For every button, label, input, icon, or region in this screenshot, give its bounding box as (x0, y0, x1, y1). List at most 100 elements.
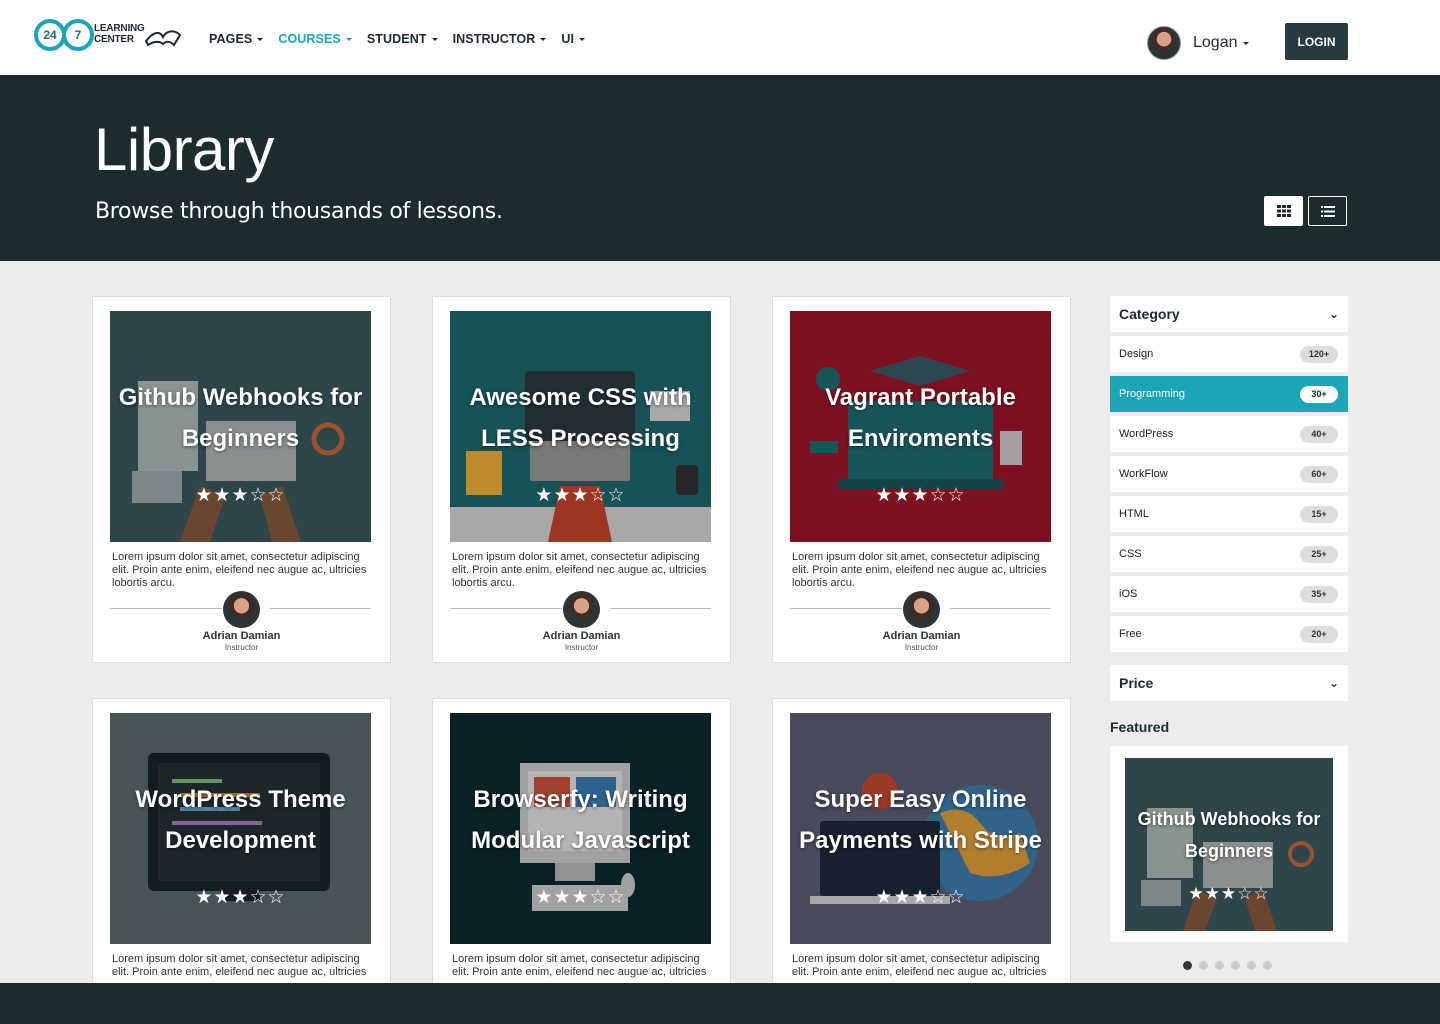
carousel-dot[interactable] (1263, 961, 1272, 970)
carousel-dot[interactable] (1231, 961, 1240, 970)
caret-down-icon (579, 38, 586, 42)
main-nav: PAGES COURSES STUDENT INSTRUCTOR UI (209, 32, 600, 46)
caret-down-icon (1242, 41, 1249, 45)
caret-down-icon (257, 38, 264, 42)
category-label: WorkFlow (1119, 468, 1168, 480)
carousel-dot[interactable] (1247, 961, 1256, 970)
carousel-dot[interactable] (1215, 961, 1224, 970)
count-badge: 35+ (1300, 585, 1338, 603)
category-item-css[interactable]: CSS 25+ (1110, 536, 1348, 572)
nav-courses[interactable]: COURSES (278, 32, 352, 46)
list-icon (1320, 205, 1335, 217)
count-badge: 120+ (1300, 345, 1338, 363)
logo-text-line-2: CENTER (94, 34, 134, 45)
grid-view-button[interactable] (1264, 196, 1303, 226)
caret-down-icon (345, 38, 352, 42)
logo-text-line-1: LEARNING (94, 23, 145, 34)
instructor-avatar[interactable] (223, 591, 260, 628)
list-view-button[interactable] (1308, 196, 1347, 226)
category-label: Programming (1119, 388, 1186, 400)
course-title: Browserfy: Writing Modular Javascript (471, 786, 690, 854)
navbar: 24 7 LEARNING CENTER PAGES COURSES STUDE… (0, 0, 1440, 75)
user-menu[interactable]: Logan (1147, 26, 1249, 60)
user-name: Logan (1193, 34, 1238, 51)
category-label: WordPress (1119, 428, 1174, 440)
course-title: Vagrant Portable Enviroments (825, 384, 1016, 452)
instructor-name[interactable]: Adrian Damian (433, 630, 730, 642)
caret-down-icon (540, 38, 547, 42)
course-card[interactable]: Vagrant Portable Enviroments ★★★☆☆ Lorem… (772, 296, 1071, 663)
course-thumbnail[interactable]: WordPress Theme Development ★★★☆☆ (110, 713, 371, 944)
instructor-name[interactable]: Adrian Damian (773, 630, 1070, 642)
nav-pages[interactable]: PAGES (209, 32, 264, 46)
category-item-html[interactable]: HTML 15+ (1110, 496, 1348, 532)
course-card[interactable]: Browserfy: Writing Modular Javascript ★★… (432, 698, 731, 1024)
nav-ui[interactable]: UI (561, 32, 586, 46)
divider (610, 608, 711, 609)
course-description: Lorem ipsum dolor sit amet, consectetur … (792, 551, 1047, 589)
course-card[interactable]: Awesome CSS with LESS Processing ★★★☆☆ L… (432, 296, 731, 663)
course-thumbnail[interactable]: Browserfy: Writing Modular Javascript ★★… (450, 713, 711, 944)
category-panel-header[interactable]: Category ⌄ (1110, 296, 1348, 332)
logo-circle-7: 7 (62, 19, 94, 51)
instructor-avatar[interactable] (563, 591, 600, 628)
featured-course-title: Github Webhooks for Beginners (1137, 809, 1321, 861)
carousel-pagination (1183, 961, 1272, 970)
rating-stars: ★★★☆☆ (535, 484, 626, 506)
category-item-design[interactable]: Design 120+ (1110, 336, 1348, 372)
count-badge: 15+ (1300, 505, 1338, 523)
count-badge: 30+ (1300, 385, 1338, 403)
divider (110, 608, 222, 609)
course-thumbnail[interactable]: Awesome CSS with LESS Processing ★★★☆☆ (450, 311, 711, 542)
featured-course[interactable]: Github Webhooks for Beginners ★★★☆☆ (1125, 758, 1333, 931)
category-item-wordpress[interactable]: WordPress 40+ (1110, 416, 1348, 452)
category-label: iOS (1119, 588, 1138, 600)
caret-down-icon (431, 38, 438, 42)
category-item-programming[interactable]: Programming 30+ (1110, 376, 1348, 412)
course-card[interactable]: Super Easy Online Payments with Stripe ★… (772, 698, 1071, 1024)
price-toggle[interactable]: Price ⌄ (1110, 665, 1348, 701)
category-toggle[interactable]: Category ⌄ (1110, 296, 1348, 332)
login-button[interactable]: LOGIN (1285, 23, 1348, 60)
page-title: Library (94, 116, 274, 183)
category-label: Design (1119, 348, 1154, 360)
price-panel-header[interactable]: Price ⌄ (1110, 665, 1348, 701)
instructor-name[interactable]: Adrian Damian (93, 630, 390, 642)
rating-stars: ★★★☆☆ (1188, 884, 1270, 904)
price-title: Price (1119, 675, 1154, 691)
nav-instructor[interactable]: INSTRUCTOR (453, 32, 547, 46)
nav-student[interactable]: STUDENT (367, 32, 438, 46)
course-card[interactable]: Github Webhooks for Beginners ★★★☆☆ Lore… (92, 296, 391, 663)
instructor-role: Instructor (564, 643, 599, 652)
course-description: Lorem ipsum dolor sit amet, consectetur … (112, 551, 367, 589)
course-thumbnail[interactable]: Vagrant Portable Enviroments ★★★☆☆ (790, 311, 1051, 542)
rating-stars: ★★★☆☆ (875, 886, 966, 908)
course-thumbnail[interactable]: Github Webhooks for Beginners ★★★☆☆ (110, 311, 371, 542)
category-label: HTML (1119, 508, 1149, 520)
user-avatar (1147, 26, 1181, 60)
course-card[interactable]: WordPress Theme Development ★★★☆☆ Lorem … (92, 698, 391, 1024)
course-description: Lorem ipsum dolor sit amet, consectetur … (452, 953, 707, 978)
instructor-avatar[interactable] (903, 591, 940, 628)
category-item-workflow[interactable]: WorkFlow 60+ (1110, 456, 1348, 492)
category-label: CSS (1119, 548, 1142, 560)
category-item-ios[interactable]: iOS 35+ (1110, 576, 1348, 612)
open-book-icon (144, 30, 182, 47)
course-title: Github Webhooks for Beginners (118, 384, 363, 452)
course-title: Awesome CSS with LESS Processing (469, 384, 692, 452)
divider (270, 608, 371, 609)
page-subtitle: Browse through thousands of lessons. (95, 199, 503, 224)
rating-stars: ★★★☆☆ (535, 886, 626, 908)
carousel-dot[interactable] (1199, 961, 1208, 970)
logo-text: LEARNING CENTER (94, 23, 145, 45)
brand-logo[interactable]: 24 7 LEARNING CENTER (34, 17, 182, 57)
carousel-dot[interactable] (1183, 961, 1192, 970)
instructor-role: Instructor (224, 643, 259, 652)
course-title: Super Easy Online Payments with Stripe (799, 786, 1042, 854)
category-item-free[interactable]: Free 20+ (1110, 616, 1348, 652)
footer (0, 983, 1440, 1024)
course-description: Lorem ipsum dolor sit amet, consectetur … (112, 953, 367, 978)
count-badge: 25+ (1300, 545, 1338, 563)
rating-stars: ★★★☆☆ (195, 484, 286, 506)
course-thumbnail[interactable]: Super Easy Online Payments with Stripe ★… (790, 713, 1051, 944)
